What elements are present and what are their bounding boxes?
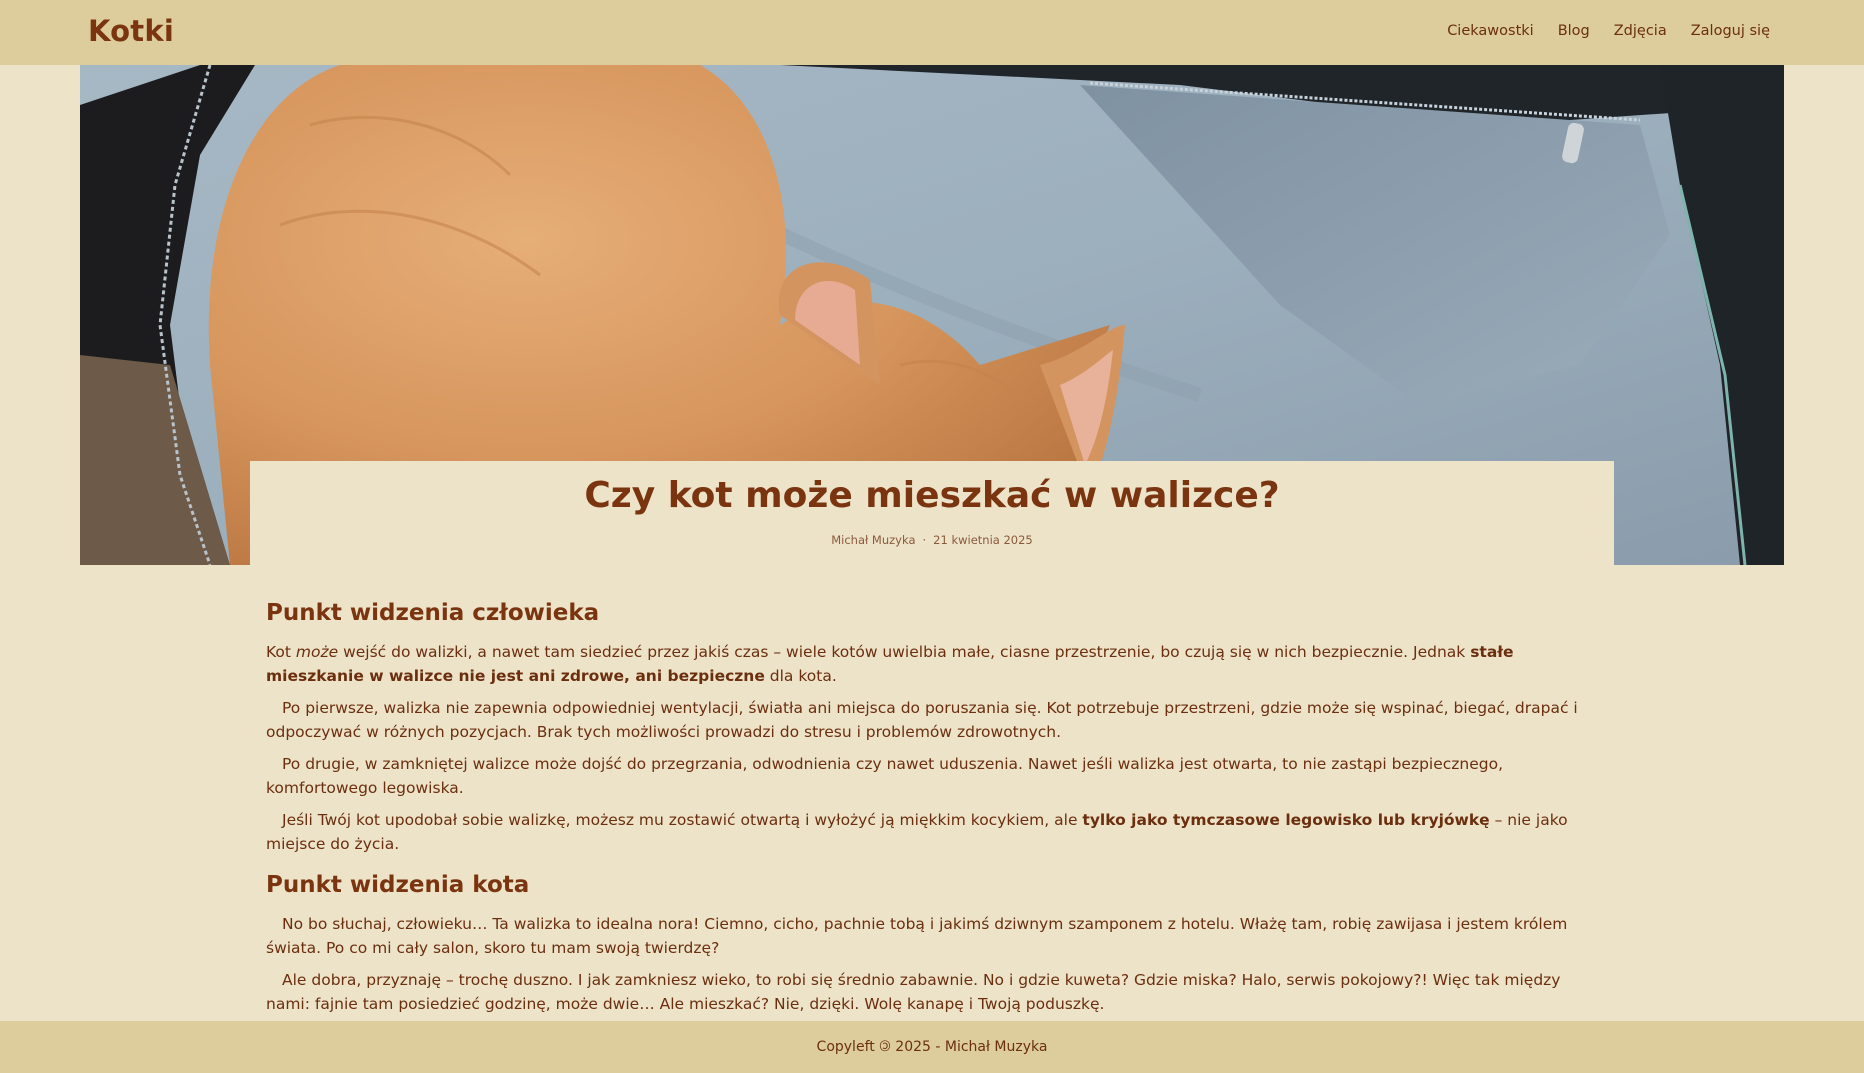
paragraph: Po pierwsze, walizka nie zapewnia odpowi… (266, 699, 1578, 741)
nav-link-login[interactable]: Zaloguj się (1691, 23, 1770, 39)
emphasis-text: może (295, 643, 339, 661)
article-body: Punkt widzenia człowieka Kot może wejść … (266, 596, 1606, 1024)
nav-link-ciekawostki[interactable]: Ciekawostki (1447, 23, 1534, 39)
footer-copyright: Copyleft 🄯 2025 - Michał Muzyka (816, 1039, 1048, 1055)
main-nav: Ciekawostki Blog Zdjęcia Zaloguj się (1447, 23, 1770, 39)
paragraph: Ale dobra, przyznaję – trochę duszno. I … (266, 971, 1561, 1013)
nav-link-blog[interactable]: Blog (1558, 23, 1590, 39)
top-navbar: Kotki Ciekawostki Blog Zdjęcia Zaloguj s… (0, 0, 1864, 65)
nav-link-zdjecia[interactable]: Zdjęcia (1614, 23, 1667, 39)
site-logo-link[interactable]: Kotki (88, 14, 174, 48)
article-title-card: Czy kot może mieszkać w walizce? Michał … (250, 461, 1614, 565)
section-heading-cat: Punkt widzenia kota (266, 872, 530, 898)
meta-separator: · (922, 533, 927, 547)
paragraph: Po drugie, w zamkniętej walizce może doj… (266, 755, 1504, 797)
paragraph: Kot może wejść do walizki, a nawet tam s… (266, 640, 1606, 688)
text-span: wejść do walizki, a nawet tam siedzieć p… (338, 643, 1471, 661)
text-span: dla kota. (764, 667, 837, 685)
text-span: Kot (266, 643, 296, 661)
article-date: 21 kwietnia 2025 (933, 533, 1033, 547)
footer: Copyleft 🄯 2025 - Michał Muzyka (0, 1021, 1864, 1073)
text-span: Jeśli Twój kot upodobał sobie walizkę, m… (282, 811, 1083, 829)
paragraph: No bo słuchaj, człowieku… Ta walizka to … (266, 915, 1568, 957)
article-meta: Michał Muzyka · 21 kwietnia 2025 (250, 533, 1614, 547)
article-title: Czy kot może mieszkać w walizce? (584, 475, 1280, 516)
bold-text: tylko jako tymczasowe legowisko lub kryj… (1082, 811, 1490, 829)
section-heading-human: Punkt widzenia człowieka (266, 600, 600, 626)
article-author: Michał Muzyka (831, 533, 916, 547)
paragraph: Jeśli Twój kot upodobał sobie walizkę, m… (266, 808, 1606, 856)
